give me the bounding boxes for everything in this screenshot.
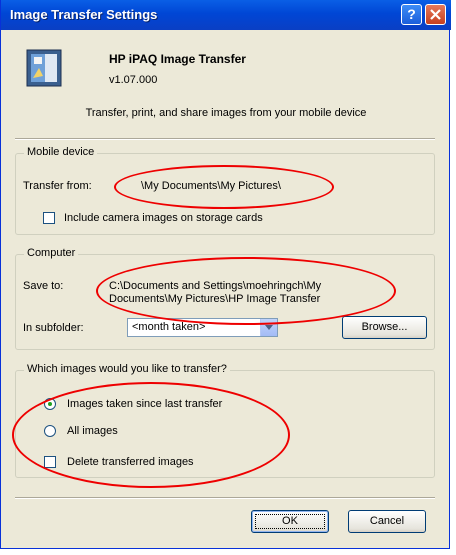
save-to-path-line1: C:\Documents and Settings\moehringch\My <box>109 280 322 292</box>
delete-transferred-checkbox[interactable] <box>44 456 56 468</box>
title-bar[interactable]: Image Transfer Settings ? <box>1 0 451 30</box>
radio-all-images[interactable] <box>44 425 56 437</box>
browse-button[interactable]: Browse... <box>342 316 427 339</box>
subfolder-selected-value: <month taken> <box>132 321 206 333</box>
close-button[interactable] <box>425 4 446 25</box>
images-since-last-label[interactable]: Images taken since last transfer <box>67 398 222 410</box>
app-version: v1.07.000 <box>109 74 158 86</box>
radio-images-since-last[interactable] <box>44 398 56 410</box>
separator <box>15 497 435 499</box>
computer-legend: Computer <box>24 247 79 259</box>
window-title: Image Transfer Settings <box>10 7 158 22</box>
help-button[interactable]: ? <box>401 4 422 25</box>
include-camera-checkbox[interactable] <box>43 212 55 224</box>
save-to-path-line2: Documents\My Pictures\HP Image Transfer <box>109 293 321 305</box>
transfer-from-label: Transfer from: <box>23 180 92 192</box>
include-camera-label[interactable]: Include camera images on storage cards <box>64 212 263 224</box>
dialog-window: Image Transfer Settings ? HP iPAQ Image … <box>0 0 451 549</box>
all-images-label[interactable]: All images <box>67 425 118 437</box>
subfolder-select[interactable]: <month taken> <box>127 318 278 337</box>
radio-selected-dot <box>48 402 52 406</box>
image-transfer-app-icon <box>26 49 62 87</box>
subfolder-label: In subfolder: <box>23 322 84 334</box>
app-description: Transfer, print, and share images from y… <box>85 107 367 119</box>
mobile-device-legend: Mobile device <box>24 146 98 158</box>
which-images-legend: Which images would you like to transfer? <box>24 363 230 375</box>
focus-indicator <box>255 514 325 529</box>
chevron-down-icon[interactable] <box>260 319 277 336</box>
transfer-from-value: \My Documents\My Pictures\ <box>141 180 281 192</box>
delete-transferred-label[interactable]: Delete transferred images <box>67 456 194 468</box>
cancel-button[interactable]: Cancel <box>348 510 426 533</box>
separator <box>15 138 435 140</box>
close-icon <box>430 9 441 20</box>
save-to-label: Save to: <box>23 280 64 292</box>
app-name: HP iPAQ Image Transfer <box>109 52 246 66</box>
